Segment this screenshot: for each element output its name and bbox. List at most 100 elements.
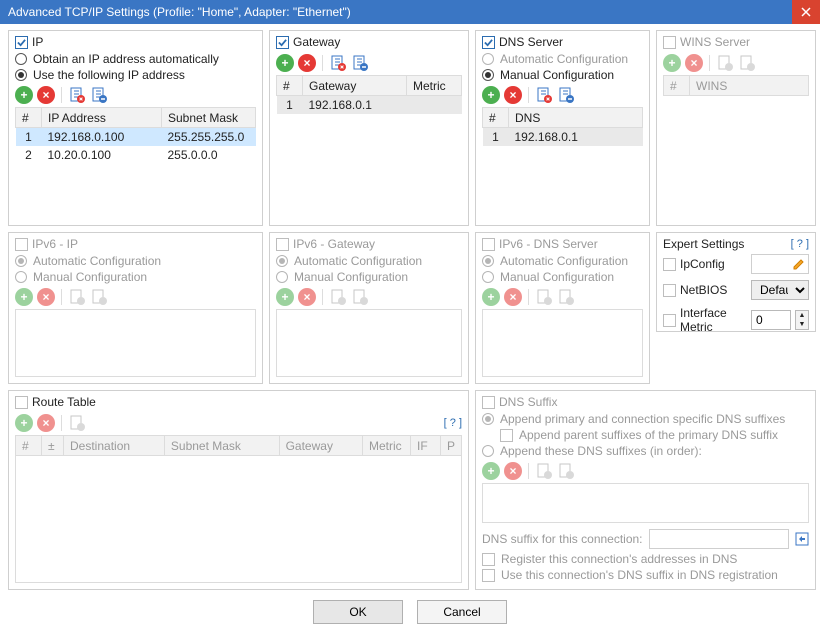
panel-ipv6-dns: IPv6 - DNS Server Automatic Configuratio… xyxy=(475,232,650,384)
delete-icon[interactable]: × xyxy=(298,54,316,72)
dns-table[interactable]: # DNS 1 192.168.0.1 xyxy=(482,107,643,146)
ifmetric-spinner[interactable]: ▲▼ xyxy=(795,310,809,330)
gateway-title: Gateway xyxy=(293,35,340,49)
suffix-enable-checkbox[interactable] xyxy=(482,396,495,409)
route-table[interactable]: # ± Destination Subnet Mask Gateway Metr… xyxy=(15,435,462,456)
ip-manual-radio[interactable] xyxy=(15,69,27,81)
panel-ipv6-gateway: IPv6 - Gateway Automatic Configuration M… xyxy=(269,232,469,384)
add-icon[interactable]: + xyxy=(276,54,294,72)
delete-icon[interactable]: × xyxy=(504,86,522,104)
ipv6-dns-list xyxy=(482,309,643,377)
panel-dns-suffix: DNS Suffix Append primary and connection… xyxy=(475,390,816,590)
expert-help-link[interactable]: [ ? ] xyxy=(791,238,809,250)
suffix-register-checkbox xyxy=(482,553,495,566)
table-row[interactable]: 1 192.168.0.1 xyxy=(483,128,643,147)
panel-ip: IP Obtain an IP address automatically Us… xyxy=(8,30,263,226)
panel-ipv6-ip: IPv6 - IP Automatic Configuration Manual… xyxy=(8,232,263,384)
import-icon[interactable] xyxy=(68,86,86,104)
dns-title: DNS Server xyxy=(499,35,563,49)
import-icon xyxy=(535,462,553,480)
table-row[interactable]: 1 192.168.0.100 255.255.255.0 xyxy=(16,128,256,147)
route-title: Route Table xyxy=(32,395,96,409)
edit-icon xyxy=(792,257,806,271)
gateway-table[interactable]: # Gateway Metric 1 192.168.0.1 xyxy=(276,75,462,114)
gateway-enable-checkbox[interactable] xyxy=(276,36,289,49)
dns-enable-checkbox[interactable] xyxy=(482,36,495,49)
expert-title: Expert Settings xyxy=(663,237,744,251)
route-help-link[interactable]: [ ? ] xyxy=(444,417,462,429)
add-icon[interactable]: + xyxy=(15,86,33,104)
ipv6-ip-auto-radio xyxy=(15,255,27,267)
ifmetric-input[interactable] xyxy=(751,310,791,330)
import-icon xyxy=(716,54,734,72)
ip-table[interactable]: # IP Address Subnet Mask 1 192.168.0.100… xyxy=(15,107,256,164)
close-button[interactable] xyxy=(792,0,820,24)
ip-manual-label: Use the following IP address xyxy=(33,68,185,82)
delete-icon: × xyxy=(298,288,316,306)
export-icon xyxy=(738,54,756,72)
export-icon xyxy=(557,288,575,306)
dns-manual-label: Manual Configuration xyxy=(500,68,614,82)
suffix-conn-input[interactable] xyxy=(649,529,789,549)
panel-dns: DNS Server Automatic Configuration Manua… xyxy=(475,30,650,226)
table-row[interactable]: 1 192.168.0.1 xyxy=(277,96,462,115)
suffix-primary-radio xyxy=(482,413,494,425)
ipv6-dns-enable-checkbox[interactable] xyxy=(482,238,495,251)
ipconfig-checkbox[interactable] xyxy=(663,258,676,271)
import-icon[interactable] xyxy=(535,86,553,104)
wins-title: WINS Server xyxy=(680,35,750,49)
suffix-these-radio xyxy=(482,445,494,457)
panel-expert: Expert Settings [ ? ] IpConfig NetBIOS D… xyxy=(656,232,816,332)
dns-auto-radio xyxy=(482,53,494,65)
export-icon[interactable] xyxy=(557,86,575,104)
close-icon xyxy=(801,7,811,17)
add-icon: + xyxy=(482,462,500,480)
delete-icon[interactable]: × xyxy=(37,86,55,104)
add-icon: + xyxy=(482,288,500,306)
add-icon: + xyxy=(663,54,681,72)
ipv6-gw-auto-radio xyxy=(276,255,288,267)
add-icon: + xyxy=(15,288,33,306)
delete-icon: × xyxy=(37,288,55,306)
delete-icon: × xyxy=(37,414,55,432)
export-icon[interactable] xyxy=(90,86,108,104)
delete-icon: × xyxy=(685,54,703,72)
cancel-button[interactable]: Cancel xyxy=(417,600,507,624)
add-icon: + xyxy=(15,414,33,432)
suffix-link-icon[interactable] xyxy=(795,532,809,546)
table-row[interactable]: 2 10.20.0.100 255.0.0.0 xyxy=(16,146,256,164)
ipconfig-input[interactable] xyxy=(751,254,809,274)
import-icon xyxy=(68,288,86,306)
add-icon[interactable]: + xyxy=(482,86,500,104)
export-icon xyxy=(557,462,575,480)
delete-icon: × xyxy=(504,462,522,480)
route-enable-checkbox[interactable] xyxy=(15,396,28,409)
ip-auto-radio[interactable] xyxy=(15,53,27,65)
ipv6-gw-enable-checkbox[interactable] xyxy=(276,238,289,251)
import-icon[interactable] xyxy=(329,54,347,72)
ipv6-ip-manual-radio xyxy=(15,271,27,283)
ipv6-gw-list xyxy=(276,309,462,377)
ifmetric-checkbox[interactable] xyxy=(663,314,676,327)
suffix-parent-checkbox xyxy=(500,429,513,442)
dns-manual-radio[interactable] xyxy=(482,69,494,81)
ipv6-ip-enable-checkbox[interactable] xyxy=(15,238,28,251)
netbios-select[interactable]: Default xyxy=(751,280,809,300)
ok-button[interactable]: OK xyxy=(313,600,403,624)
panel-gateway: Gateway + × # Gateway Metric 1 192.168.0… xyxy=(269,30,469,226)
delete-icon: × xyxy=(504,288,522,306)
dns-auto-label: Automatic Configuration xyxy=(500,52,628,66)
export-icon xyxy=(90,288,108,306)
export-icon[interactable] xyxy=(351,54,369,72)
panel-wins: WINS Server + × # WINS xyxy=(656,30,816,226)
import-icon xyxy=(68,414,86,432)
export-icon xyxy=(351,288,369,306)
import-icon xyxy=(535,288,553,306)
ipv6-dns-manual-radio xyxy=(482,271,494,283)
window-title: Advanced TCP/IP Settings (Profile: "Home… xyxy=(8,5,351,19)
ip-auto-label: Obtain an IP address automatically xyxy=(33,52,219,66)
netbios-checkbox[interactable] xyxy=(663,284,676,297)
wins-enable-checkbox[interactable] xyxy=(663,36,676,49)
suffix-list xyxy=(482,483,809,523)
ip-enable-checkbox[interactable] xyxy=(15,36,28,49)
